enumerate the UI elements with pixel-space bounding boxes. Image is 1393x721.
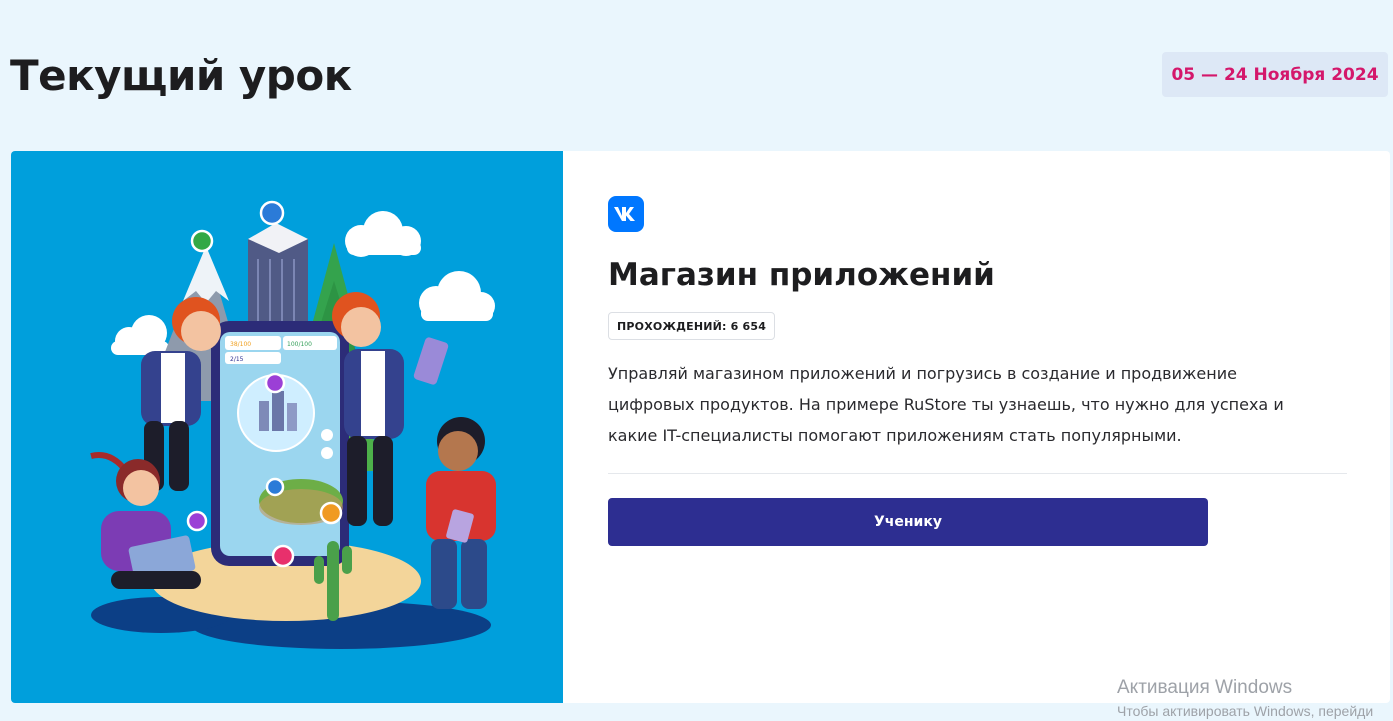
page-title: Текущий урок xyxy=(10,51,352,100)
watermark-subtitle: Чтобы активировать Windows, перейди xyxy=(1117,703,1374,719)
watermark-title: Активация Windows xyxy=(1117,677,1293,698)
phone-stat-1: 38/100 xyxy=(230,341,251,348)
phone-stat-3: 2/15 xyxy=(230,356,244,363)
course-title: Магазин приложений xyxy=(608,257,995,293)
student-button[interactable]: Ученику xyxy=(608,498,1208,546)
completions-badge: ПРОХОЖДЕНИЙ: 6 654 xyxy=(608,312,776,340)
divider xyxy=(608,473,1347,474)
course-description: Управляй магазином приложений и погрузис… xyxy=(608,364,1284,445)
date-range-badge: 05 — 24 Ноября 2024 xyxy=(1162,52,1388,97)
windows-activation-watermark: Активация Windows Чтобы активировать Win… xyxy=(1117,677,1373,721)
lesson-illustration: 38/100 100/100 2/15 xyxy=(11,151,563,703)
phone-stat-2: 100/100 xyxy=(287,341,312,348)
vk-logo-icon xyxy=(608,196,644,232)
lesson-card: 38/100 100/100 2/15 Магазин приложений П… xyxy=(11,151,1390,703)
